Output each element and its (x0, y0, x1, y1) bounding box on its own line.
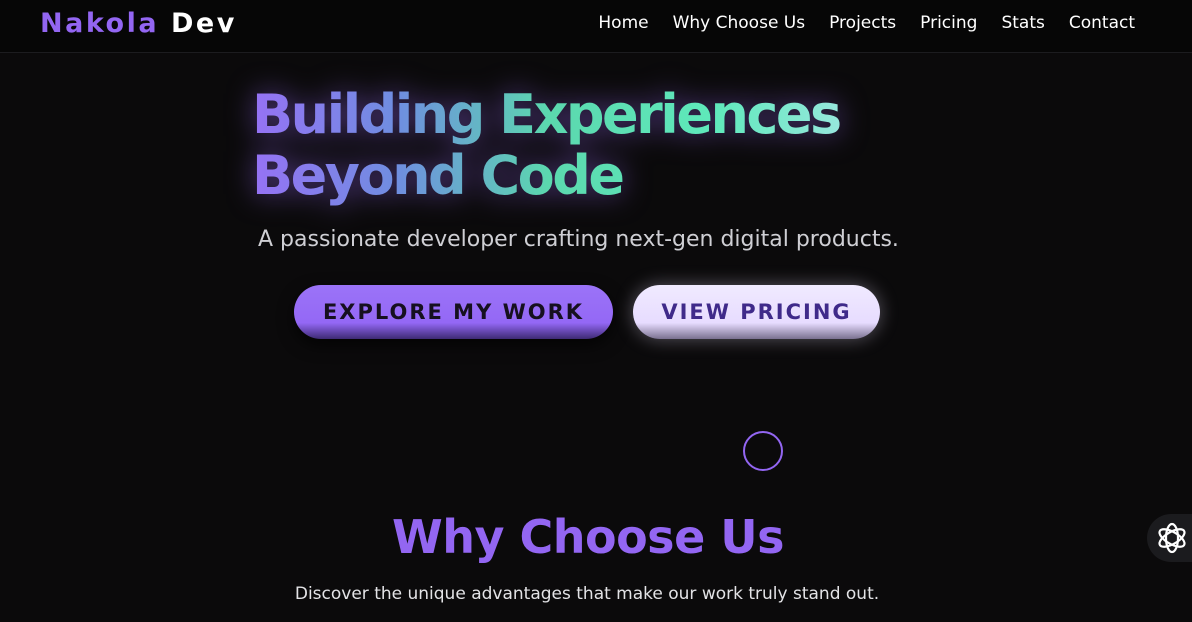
nav-link-contact[interactable]: Contact (1069, 13, 1135, 33)
nav-link-home[interactable]: Home (598, 13, 648, 33)
why-choose-us-title: Why Choose Us (391, 510, 785, 564)
hero-title: Building Experiences Beyond Code (252, 84, 912, 206)
scroll-indicator-icon (743, 431, 783, 471)
nav-link-why-choose-us[interactable]: Why Choose Us (673, 13, 806, 33)
hero-title-line-1: Building Experiences (252, 83, 840, 146)
nav-link-pricing[interactable]: Pricing (920, 13, 977, 33)
hero-title-line-2: Beyond Code (252, 144, 623, 207)
why-choose-us-subtitle: Discover the unique advantages that make… (294, 584, 880, 604)
navbar: Nakola Dev Home Why Choose Us Projects P… (0, 0, 1192, 53)
logo-part-2: Dev (170, 8, 237, 39)
nav-links: Home Why Choose Us Projects Pricing Stat… (598, 13, 1135, 33)
nav-link-projects[interactable]: Projects (829, 13, 896, 33)
logo-part-1: Nakola (40, 8, 160, 39)
explore-my-work-button[interactable]: EXPLORE MY WORK (294, 285, 613, 339)
openai-knot-icon (1158, 522, 1186, 554)
chat-widget-button[interactable] (1147, 514, 1192, 562)
view-pricing-button[interactable]: VIEW PRICING (633, 285, 880, 339)
hero-subtitle: A passionate developer crafting next-gen… (258, 227, 899, 252)
site-logo[interactable]: Nakola Dev (40, 8, 237, 39)
nav-link-stats[interactable]: Stats (1001, 13, 1044, 33)
